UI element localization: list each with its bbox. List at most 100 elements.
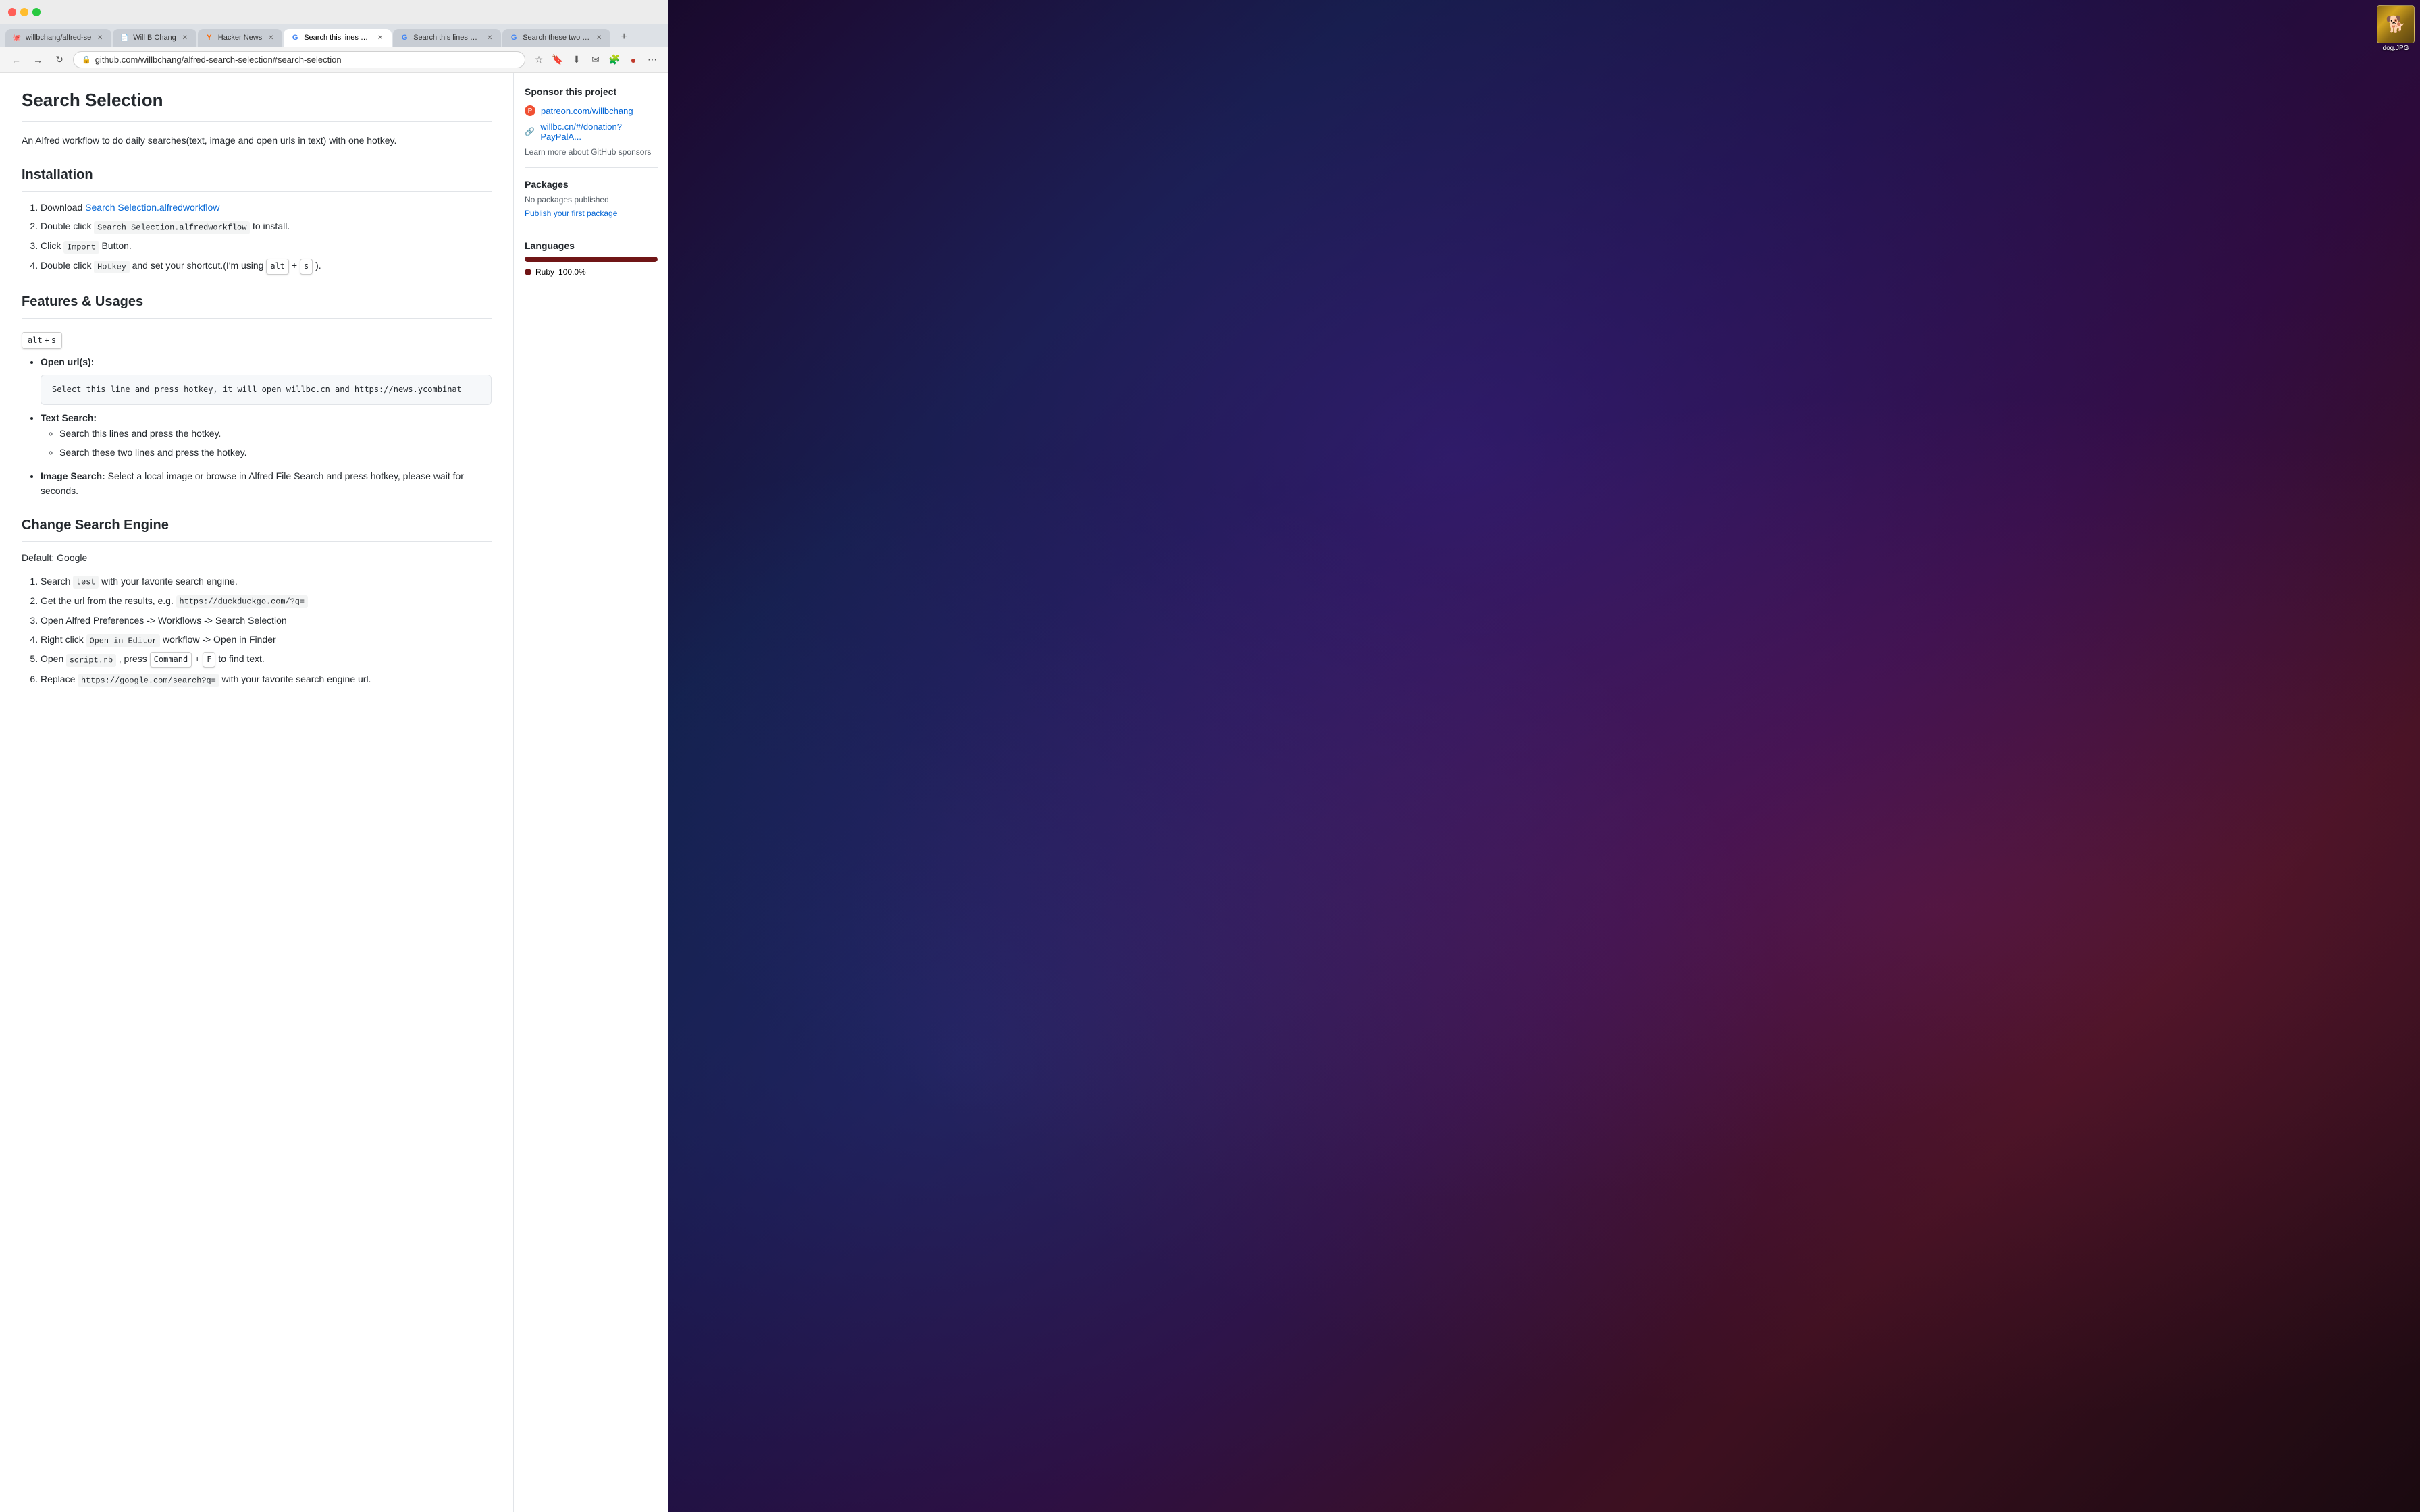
minimize-button[interactable]	[20, 8, 28, 16]
tab-favicon-2: 📄	[120, 33, 129, 43]
tab-close-3[interactable]: ✕	[266, 33, 275, 43]
tab-4[interactable]: G Search this lines and ✕	[284, 29, 392, 47]
sponsor-patreon: P patreon.com/willbchang	[525, 105, 658, 116]
sidebar: Sponsor this project P patreon.com/willb…	[513, 73, 668, 1512]
install-step-1: Download Search Selection.alfredworkflow	[41, 200, 492, 215]
tab-5[interactable]: G Search this lines and ✕	[393, 29, 501, 47]
languages-heading: Languages	[525, 240, 658, 251]
window-controls	[8, 8, 41, 16]
patreon-icon: P	[525, 105, 535, 116]
features-heading: Features & Usages	[22, 291, 492, 319]
tab-close-6[interactable]: ✕	[594, 33, 604, 43]
toolbar-icons: ☆ 🔖 ⬇ ✉ 🧩 ● ⋯	[531, 52, 660, 68]
engine-step-6: Replace https://google.com/search?q= wit…	[41, 672, 492, 687]
ruby-lang-item: Ruby 100.0%	[525, 267, 658, 277]
features-list: Open url(s): Select this line and press …	[22, 354, 492, 499]
dog-label: dog.JPG	[2383, 45, 2409, 52]
paypal-link[interactable]: willbc.cn/#/donation?PayPalA...	[540, 122, 658, 142]
page-content: Search Selection An Alfred workflow to d…	[0, 73, 668, 1512]
installation-list: Download Search Selection.alfredworkflow…	[22, 200, 492, 275]
tab-favicon-5: G	[400, 33, 409, 43]
maximize-button[interactable]	[32, 8, 41, 16]
more-icon[interactable]: ⋯	[644, 52, 660, 68]
feature-open-urls: Open url(s): Select this line and press …	[41, 354, 492, 406]
mail-icon[interactable]: ✉	[587, 52, 604, 68]
new-tab-button[interactable]: +	[614, 28, 633, 47]
url-text: github.com/willbchang/alfred-search-sele…	[95, 55, 517, 65]
engine-step-4: Right click Open in Editor workflow -> O…	[41, 632, 492, 647]
no-packages-text: No packages published	[525, 195, 658, 205]
url-bar[interactable]: 🔒 github.com/willbchang/alfred-search-se…	[73, 51, 525, 68]
feature-image-search: Image Search: Select a local image or br…	[41, 468, 492, 499]
titlebar	[0, 0, 668, 24]
text-search-item-2: Search these two lines and press the hot…	[59, 445, 492, 460]
tab-close-1[interactable]: ✕	[95, 33, 105, 43]
extension-icon[interactable]: 🧩	[606, 52, 623, 68]
installation-heading: Installation	[22, 164, 492, 192]
text-search-label: Text Search:	[41, 412, 97, 423]
system-corner: dog.JPG	[2377, 5, 2415, 52]
sponsor-heading: Sponsor this project	[525, 86, 658, 97]
open-urls-label: Open url(s):	[41, 356, 94, 367]
tab-close-4[interactable]: ✕	[375, 33, 385, 43]
tab-3[interactable]: Y Hacker News ✕	[198, 29, 282, 47]
engine-step-1: Search test with your favorite search en…	[41, 574, 492, 589]
ruby-bar-fill	[525, 256, 658, 262]
tabs-bar: 🐙 willbchang/alfred-se ✕ 📄 Will B Chang …	[0, 24, 668, 47]
dog-thumbnail[interactable]	[2377, 5, 2415, 43]
default-engine: Default: Google	[22, 550, 492, 565]
text-search-item-1: Search this lines and press the hotkey.	[59, 426, 492, 441]
sidebar-divider-2	[525, 229, 658, 230]
install-step-3: Click Import Button.	[41, 238, 492, 254]
engine-step-3: Open Alfred Preferences -> Workflows -> …	[41, 613, 492, 628]
forward-button[interactable]: →	[30, 52, 46, 68]
ruby-name: Ruby	[535, 267, 554, 277]
tab-favicon-1: 🐙	[12, 33, 22, 43]
back-button[interactable]: ←	[8, 52, 24, 68]
sponsor-paypal: 🔗 willbc.cn/#/donation?PayPalA...	[525, 122, 658, 142]
tab-6[interactable]: G Search these two lin... ✕	[502, 29, 610, 47]
packages-heading: Packages	[525, 179, 658, 190]
engine-step-2: Get the url from the results, e.g. https…	[41, 593, 492, 609]
tab-2[interactable]: 📄 Will B Chang ✕	[113, 29, 196, 47]
packages-section: Packages No packages published Publish y…	[525, 179, 658, 218]
page-description: An Alfred workflow to do daily searches(…	[22, 133, 492, 148]
engine-step-5: Open script.rb , press Command + F to fi…	[41, 651, 492, 668]
open-urls-example: Select this line and press hotkey, it wi…	[41, 375, 492, 405]
tab-close-2[interactable]: ✕	[180, 33, 190, 43]
change-engine-heading: Change Search Engine	[22, 514, 492, 542]
install-step-4: Double click Hotkey and set your shortcu…	[41, 258, 492, 274]
bookmark-filled-icon[interactable]: 🔖	[550, 52, 566, 68]
tab-1[interactable]: 🐙 willbchang/alfred-se ✕	[5, 29, 111, 47]
tab-favicon-6: G	[509, 33, 519, 43]
learn-more-text: Learn more about GitHub sponsors	[525, 147, 658, 157]
tab-favicon-3: Y	[205, 33, 214, 43]
ruby-dot	[525, 269, 531, 275]
github-sponsors-link[interactable]: GitHub sponsors	[591, 147, 651, 157]
page-title: Search Selection	[22, 86, 492, 122]
download-link[interactable]: Search Selection.alfredworkflow	[85, 202, 219, 213]
tab-title-4: Search this lines and	[304, 34, 371, 42]
shortcut-plus: +	[45, 334, 49, 347]
browser-window: 🐙 willbchang/alfred-se ✕ 📄 Will B Chang …	[0, 0, 668, 1512]
tab-close-5[interactable]: ✕	[485, 33, 494, 43]
tab-favicon-4: G	[290, 33, 300, 43]
profile-icon[interactable]: ●	[625, 52, 641, 68]
patreon-link[interactable]: patreon.com/willbchang	[541, 106, 633, 116]
change-engine-list: Search test with your favorite search en…	[22, 574, 492, 688]
install-step-2: Double click Search Selection.alfredwork…	[41, 219, 492, 234]
link-icon: 🔗	[525, 126, 535, 137]
shortcut-alt: alt	[28, 334, 43, 347]
text-search-sub-list: Search this lines and press the hotkey. …	[41, 426, 492, 460]
refresh-button[interactable]: ↻	[51, 52, 68, 68]
publish-link[interactable]: Publish your first package	[525, 209, 617, 218]
ruby-percent: 100.0%	[558, 267, 586, 277]
shortcut-display: alt + s	[22, 332, 62, 349]
bookmark-icon[interactable]: ☆	[531, 52, 547, 68]
tab-title-2: Will B Chang	[133, 34, 176, 42]
sidebar-divider-1	[525, 167, 658, 168]
close-button[interactable]	[8, 8, 16, 16]
language-bar	[525, 256, 658, 262]
download-icon[interactable]: ⬇	[569, 52, 585, 68]
image-search-label: Image Search:	[41, 470, 105, 481]
